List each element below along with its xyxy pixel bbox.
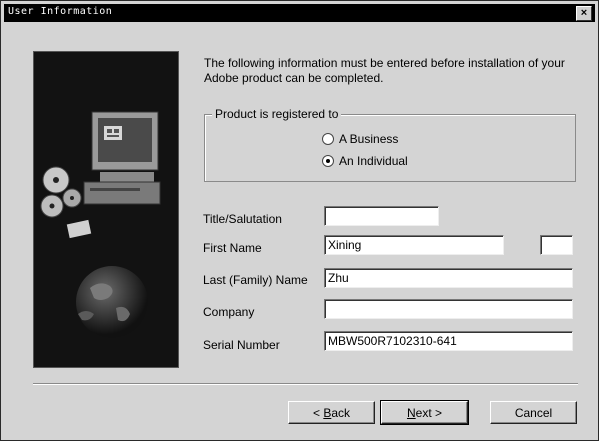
close-button[interactable]: × (576, 6, 592, 21)
radio-button-checked[interactable] (322, 155, 334, 167)
registration-group: Product is registered to A Business An I… (204, 107, 576, 182)
disc-icon (40, 166, 82, 218)
last-name-label: Last (Family) Name (203, 273, 308, 287)
last-name-input[interactable] (324, 268, 573, 288)
radio-button[interactable] (322, 133, 334, 145)
button-separator (33, 383, 578, 385)
user-information-dialog: User Information × The following informa… (0, 0, 599, 441)
title-bar[interactable]: User Information × (4, 4, 595, 22)
globe-icon (76, 266, 148, 338)
serial-number-label: Serial Number (203, 338, 280, 352)
radio-individual-label: An Individual (339, 154, 408, 168)
intro-text: The following information must be entere… (204, 56, 565, 85)
radio-individual[interactable]: An Individual (322, 154, 408, 168)
title-label: Title/Salutation (203, 212, 282, 226)
next-accelerator: N (406, 405, 416, 420)
back-button[interactable]: < Back (288, 401, 375, 424)
card-icon (66, 219, 92, 239)
computer-illustration (40, 111, 161, 338)
window-title: User Information (8, 6, 113, 17)
serial-number-input[interactable] (324, 331, 573, 351)
radio-business[interactable]: A Business (322, 132, 398, 146)
cancel-button[interactable]: Cancel (490, 401, 577, 424)
installer-illustration (33, 51, 179, 368)
next-button[interactable]: Next > (380, 400, 469, 425)
company-input[interactable] (324, 299, 573, 319)
next-label-rest: ext > (415, 405, 443, 420)
back-prefix: < (312, 405, 324, 420)
back-label-rest: ack (331, 405, 351, 420)
title-input[interactable] (324, 206, 439, 226)
registration-legend: Product is registered to (212, 107, 342, 121)
first-name-input[interactable] (324, 235, 504, 255)
middle-initial-input[interactable] (540, 235, 573, 255)
monitor-icon (83, 111, 161, 205)
back-accelerator: B (323, 405, 332, 420)
company-label: Company (203, 305, 255, 319)
first-name-label: First Name (203, 241, 262, 255)
radio-business-label: A Business (339, 132, 399, 146)
